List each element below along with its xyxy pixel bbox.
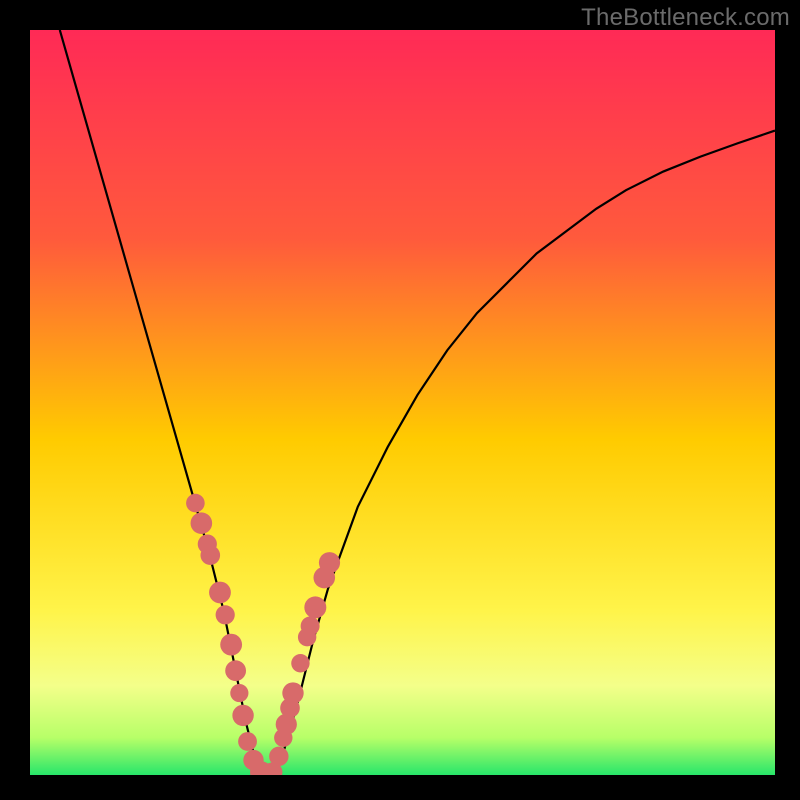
chart-frame: TheBottleneck.com [0, 0, 800, 800]
highlight-point [269, 747, 288, 766]
bottleneck-curve [60, 30, 775, 775]
highlight-point [191, 512, 213, 534]
highlight-point [232, 705, 253, 726]
marker-group [186, 494, 340, 775]
highlight-point [209, 582, 231, 604]
highlight-point [216, 605, 235, 624]
highlight-point [301, 617, 320, 636]
highlight-point [282, 682, 303, 703]
highlight-point [304, 596, 326, 618]
highlight-point [186, 494, 205, 513]
highlight-point [291, 654, 309, 672]
highlight-point [230, 684, 248, 702]
curve-layer [30, 30, 775, 775]
watermark-text: TheBottleneck.com [581, 4, 790, 32]
highlight-point [200, 545, 220, 565]
plot-area [30, 30, 775, 775]
highlight-point [319, 552, 340, 573]
highlight-point [238, 732, 257, 751]
highlight-point [225, 660, 246, 681]
highlight-point [220, 634, 242, 656]
